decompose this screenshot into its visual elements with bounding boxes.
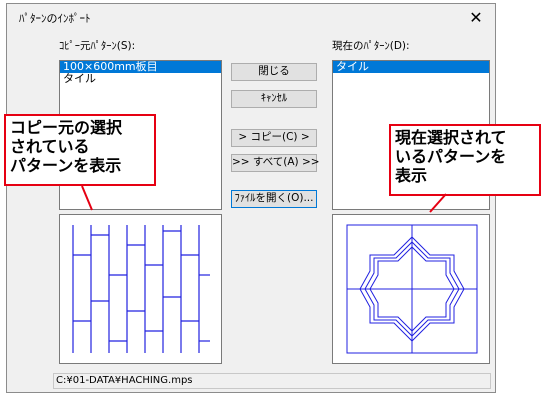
callout-line: されている <box>10 137 90 156</box>
source-pattern-label: ｺﾋﾟｰ元ﾊﾟﾀｰﾝ(S): <box>59 40 136 52</box>
callout-line: コピー元の選択 <box>10 118 123 137</box>
copy-button[interactable]: > コピー(C) > <box>231 129 317 147</box>
callout-line: パターンを表示 <box>10 156 122 175</box>
source-pattern-preview <box>59 214 222 364</box>
callout-line: 現在選択されて <box>395 128 507 147</box>
current-pattern-label: 現在のﾊﾟﾀｰﾝ(D): <box>332 40 410 52</box>
current-list-item[interactable]: タイル <box>333 61 489 73</box>
dialog-title: ﾊﾟﾀｰﾝのｲﾝﾎﾟｰﾄ <box>19 12 91 25</box>
title-bar: ﾊﾟﾀｰﾝのｲﾝﾎﾟｰﾄ ✕ <box>7 4 495 32</box>
close-button[interactable]: 閉じる <box>231 63 317 81</box>
open-file-button[interactable]: ﾌｧｲﾙを開く(O)... <box>231 190 317 208</box>
tile-pattern-drawing <box>346 224 478 354</box>
source-callout-pointer <box>81 185 93 211</box>
file-path-text: C:¥01-DATA¥HACHING.mps <box>56 375 193 386</box>
plank-pattern-drawing <box>72 225 210 353</box>
current-preview-callout: 現在選択されて いるパターンを 表示 <box>389 124 541 196</box>
callout-line: いるパターンを <box>395 147 507 166</box>
source-preview-callout: コピー元の選択 されている パターンを表示 <box>4 114 156 186</box>
current-pattern-preview <box>332 214 490 364</box>
source-list-item[interactable]: タイル <box>60 73 221 85</box>
callout-line: 表示 <box>395 166 428 185</box>
cancel-button[interactable]: ｷｬﾝｾﾙ <box>231 90 317 108</box>
copy-all-button[interactable]: >> すべて(A) >> <box>231 154 320 172</box>
current-callout-pointer <box>429 193 447 213</box>
close-icon[interactable]: ✕ <box>461 6 491 30</box>
file-path-status: C:¥01-DATA¥HACHING.mps <box>53 373 491 389</box>
